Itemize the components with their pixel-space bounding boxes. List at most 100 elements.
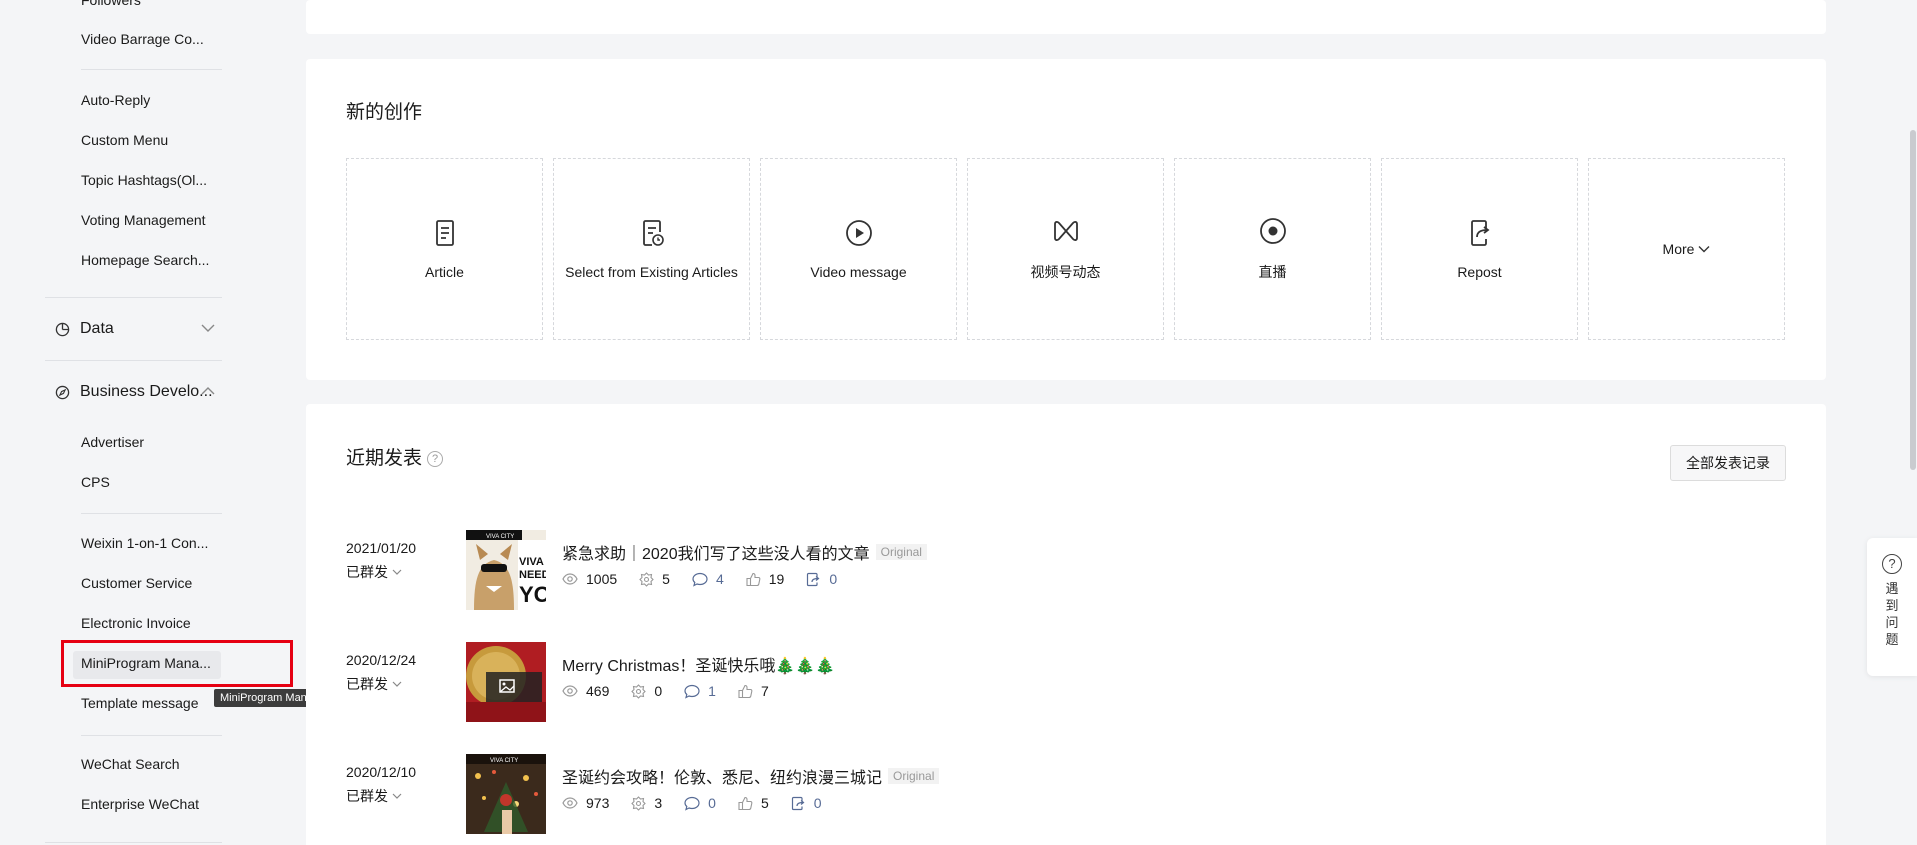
tile-live[interactable]: 直播 — [1174, 158, 1371, 340]
thumb-brand: VIVA CITY — [486, 534, 514, 540]
sidebar-item-custom-menu[interactable]: Custom Menu — [81, 132, 168, 148]
tile-existing-articles[interactable]: Select from Existing Articles — [553, 158, 750, 340]
sidebar-item-homepage-search[interactable]: Homepage Search... — [81, 252, 209, 268]
top-card — [306, 0, 1826, 34]
sidebar-section-label: Data — [80, 320, 114, 337]
sidebar-section-business[interactable]: Business Develo... — [55, 383, 215, 401]
section-title: 新的创作 — [346, 102, 423, 123]
all-records-button[interactable]: 全部发表记录 — [1670, 445, 1786, 481]
thumb-text-3: YO — [519, 582, 546, 607]
thumbs-up-icon — [746, 572, 761, 586]
creation-tiles: Article Select from Existing Articles Vi… — [346, 158, 1785, 340]
eye-icon — [562, 573, 578, 585]
channels-icon — [1053, 221, 1078, 241]
recent-title: 近期发表 — [346, 448, 423, 469]
post-stats: 1005 5 4 19 0 — [562, 571, 859, 587]
post-title[interactable]: Merry Christmas！圣诞快乐哦🎄🎄🎄 — [562, 652, 835, 676]
tile-more[interactable]: More — [1588, 158, 1785, 340]
page-scrollbar[interactable] — [1910, 130, 1916, 470]
sidebar-item-weixin-1on1[interactable]: Weixin 1-on-1 Con... — [81, 535, 208, 551]
thumb-brand: VIVA CITY — [490, 758, 518, 764]
post-status[interactable]: 已群发 — [346, 562, 402, 582]
reposts-stat[interactable]: 0 — [806, 571, 837, 587]
sidebar-item-enterprise-wechat[interactable]: Enterprise WeChat — [81, 796, 199, 812]
likes-count: 7 — [760, 683, 769, 699]
likes-stat: 5 — [738, 795, 769, 811]
post-date: 2021/01/20 — [346, 540, 417, 556]
sidebar-divider — [45, 297, 222, 298]
tile-label: Repost — [1457, 264, 1502, 280]
sidebar: Followers Video Barrage Co... Auto-Reply… — [0, 0, 278, 845]
likes-count: 5 — [760, 795, 769, 811]
more-label: More — [1662, 241, 1695, 257]
tile-label: 直播 — [1258, 264, 1287, 280]
comments-count: 4 — [715, 571, 724, 587]
question-icon: ? — [1882, 554, 1902, 574]
post-title[interactable]: 圣诞约会攻略！伦敦、悉尼、纽约浪漫三城记 Original — [562, 764, 940, 788]
sidebar-item-topic-hashtags[interactable]: Topic Hashtags(Ol... — [81, 172, 207, 188]
sidebar-divider — [81, 735, 222, 736]
tile-label: Article — [425, 264, 464, 280]
post-status[interactable]: 已群发 — [346, 786, 402, 806]
sidebar-item-video-barrage[interactable]: Video Barrage Co... — [81, 31, 204, 47]
post-thumbnail[interactable] — [466, 642, 546, 722]
post-row[interactable]: 2020/12/24 已群发 Merry Christmas！圣诞快乐哦🎄🎄🎄 — [346, 642, 1746, 732]
chevron-down-icon — [392, 569, 402, 575]
likes-stat: 19 — [746, 571, 784, 587]
sidebar-item-template-message[interactable]: Template message — [81, 695, 199, 711]
comments-stat[interactable]: 4 — [692, 571, 724, 587]
sidebar-divider — [45, 360, 222, 361]
comment-icon — [684, 796, 700, 811]
tile-article[interactable]: Article — [346, 158, 543, 340]
chevron-down-icon — [1698, 246, 1710, 253]
sidebar-divider — [81, 69, 222, 70]
post-date: 2020/12/10 — [346, 764, 417, 780]
post-title[interactable]: 紧急求助｜2020我们写了这些没人看的文章 Original — [562, 540, 927, 564]
tile-label: 视频号动态 — [1030, 264, 1101, 280]
sidebar-item-electronic-invoice[interactable]: Electronic Invoice — [81, 615, 191, 631]
eye-icon — [562, 685, 578, 697]
sidebar-item-followers[interactable]: Followers — [81, 0, 141, 8]
shares-stat: 0 — [631, 683, 662, 699]
post-stats: 973 3 0 5 0 — [562, 795, 844, 811]
views-count: 973 — [586, 795, 610, 811]
comments-count: 0 — [708, 795, 716, 811]
sidebar-item-advertiser[interactable]: Advertiser — [81, 434, 144, 450]
sidebar-item-auto-reply[interactable]: Auto-Reply — [81, 92, 150, 108]
data-chart-icon — [55, 322, 70, 336]
comments-stat[interactable]: 0 — [684, 795, 716, 811]
post-title-text: 圣诞约会攻略！伦敦、悉尼、纽约浪漫三城记 — [562, 770, 883, 787]
thumbs-up-icon — [738, 684, 753, 698]
section-title: 近期发表? — [346, 443, 444, 470]
chevron-down-icon — [392, 793, 402, 799]
post-thumbnail[interactable]: VIVA CITY VIVA NEED YO — [466, 530, 546, 610]
help-float-label: 遇到问题 — [1885, 581, 1899, 647]
views-stat: 1005 — [562, 571, 617, 587]
post-row[interactable]: 2021/01/20 已群发 VIVA CITY VIVA NEED YO 紧急… — [346, 530, 1746, 620]
live-icon — [1259, 218, 1286, 244]
sidebar-section-data[interactable]: Data — [55, 320, 215, 338]
post-status[interactable]: 已群发 — [346, 674, 402, 694]
highlight-box — [61, 640, 293, 687]
recent-posts-card: 近期发表? 全部发表记录 2021/01/20 已群发 VIVA CITY VI… — [306, 404, 1826, 845]
tile-channels[interactable]: 视频号动态 — [967, 158, 1164, 340]
help-icon[interactable]: ? — [427, 451, 444, 467]
post-status-label: 已群发 — [346, 788, 388, 804]
sidebar-item-customer-service[interactable]: Customer Service — [81, 575, 192, 591]
shares-stat: 3 — [631, 795, 662, 811]
comments-stat[interactable]: 1 — [684, 683, 716, 699]
tile-repost[interactable]: Repost — [1381, 158, 1578, 340]
post-thumbnail[interactable]: VIVA CITY — [466, 754, 546, 834]
sidebar-item-voting[interactable]: Voting Management — [81, 212, 206, 228]
post-status-label: 已群发 — [346, 676, 388, 692]
help-float-button[interactable]: ? 遇到问题 — [1867, 538, 1917, 676]
post-row[interactable]: 2020/12/10 已群发 VIVA CITY 圣诞约会攻略！伦敦、悉尼、纽约… — [346, 754, 1746, 844]
sidebar-divider — [45, 842, 222, 843]
sidebar-item-wechat-search[interactable]: WeChat Search — [81, 756, 180, 772]
tile-label: Video message — [810, 264, 907, 280]
reposts-stat[interactable]: 0 — [791, 795, 822, 811]
play-icon — [845, 220, 872, 246]
christmas-lights-thumbnail-image: VIVA CITY — [466, 754, 546, 834]
sidebar-item-cps[interactable]: CPS — [81, 474, 110, 490]
tile-video-message[interactable]: Video message — [760, 158, 957, 340]
